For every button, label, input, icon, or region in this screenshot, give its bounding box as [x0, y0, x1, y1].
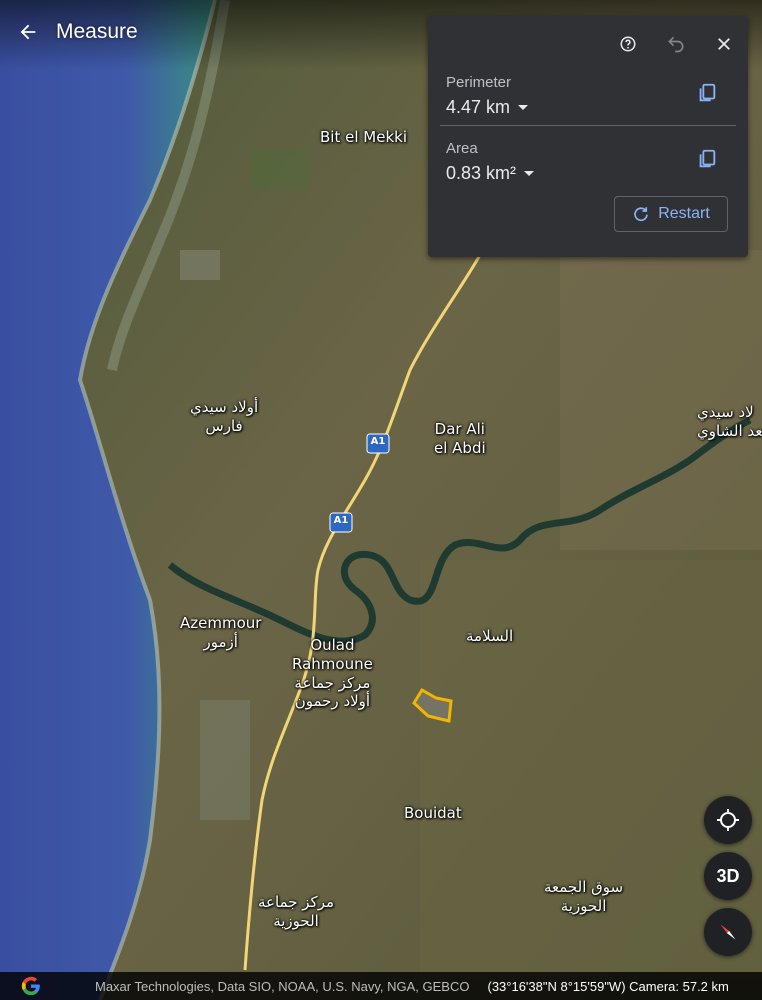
copy-icon [699, 83, 716, 102]
copy-perimeter-button[interactable] [696, 82, 718, 109]
place-label-salama[interactable]: السلامة [466, 627, 513, 646]
area-unit-dropdown[interactable]: 0.83 km² [446, 163, 736, 184]
refresh-icon [634, 207, 649, 222]
perimeter-value: 4.47 km [446, 97, 511, 117]
place-label-dar-ali-el-abdi[interactable]: Dar Ali el Abdi [434, 420, 486, 458]
place-label-bit-el-mekki[interactable]: Bit el Mekki [320, 128, 407, 147]
three-d-label: 3D [716, 865, 740, 886]
close-button[interactable] [700, 20, 748, 68]
compass-button[interactable] [704, 908, 752, 956]
help-circle-icon [620, 36, 636, 52]
panel-toolbar [604, 16, 748, 72]
place-label-oulad-sidi-chaoui[interactable]: لاد سيدي بعد الشاوي [697, 403, 762, 441]
undo-icon [668, 36, 684, 53]
perimeter-label: Perimeter [446, 74, 512, 91]
toggle-3d-button[interactable]: 3D [704, 852, 752, 900]
section-divider [440, 125, 736, 126]
area-section: Area 0.83 km² [446, 140, 736, 184]
arrow-left-icon [20, 24, 36, 40]
place-label-souk-jemaa-haouzia[interactable]: سوق الجمعة الحوزية [544, 878, 623, 916]
chevron-down-icon [518, 105, 529, 110]
undo-button[interactable] [652, 20, 700, 68]
restart-label: Restart [658, 205, 710, 222]
restart-button[interactable]: Restart [614, 196, 728, 232]
map-attribution[interactable]: Maxar Technologies, Data SIO, NOAA, U.S.… [95, 979, 469, 994]
back-button[interactable] [0, 0, 56, 64]
perimeter-section: Perimeter 4.47 km [446, 74, 736, 118]
place-label-bouidat[interactable]: Bouidat [404, 804, 462, 823]
google-g-logo [0, 975, 62, 997]
copy-icon [699, 149, 716, 168]
copy-area-button[interactable] [696, 148, 718, 175]
area-value: 0.83 km² [446, 163, 517, 183]
help-button[interactable] [604, 20, 652, 68]
a1-shield-bottom-label: A1 [333, 515, 349, 526]
page-title: Measure [56, 20, 138, 43]
compass-icon [720, 924, 736, 940]
map-footer: Maxar Technologies, Data SIO, NOAA, U.S.… [0, 972, 762, 1000]
place-label-markaz-haouzia[interactable]: مركز جماعة الحوزية [258, 893, 334, 931]
perimeter-unit-dropdown[interactable]: 4.47 km [446, 97, 736, 118]
my-location-icon [717, 809, 739, 831]
chevron-down-icon [524, 171, 535, 176]
area-label: Area [446, 140, 478, 157]
my-location-button[interactable] [704, 796, 752, 844]
place-label-azemmour[interactable]: Azemmour أزمور [180, 614, 261, 652]
camera-coordinates: (33°16'38"N 8°15'59"W) Camera: 57.2 km [487, 978, 729, 994]
close-icon [718, 38, 730, 50]
a1-shield-top-label: A1 [370, 436, 386, 447]
place-label-oulad-rahmoune[interactable]: Oulad Rahmoune مركز جماعة أولاد رحمون [292, 636, 373, 711]
place-label-oulad-sidi-faris[interactable]: أولاد سيدي فارس [190, 398, 258, 436]
measure-panel: Perimeter 4.47 km Area 0.83 km² Restart [428, 16, 748, 257]
app-header: Measure [0, 0, 138, 64]
